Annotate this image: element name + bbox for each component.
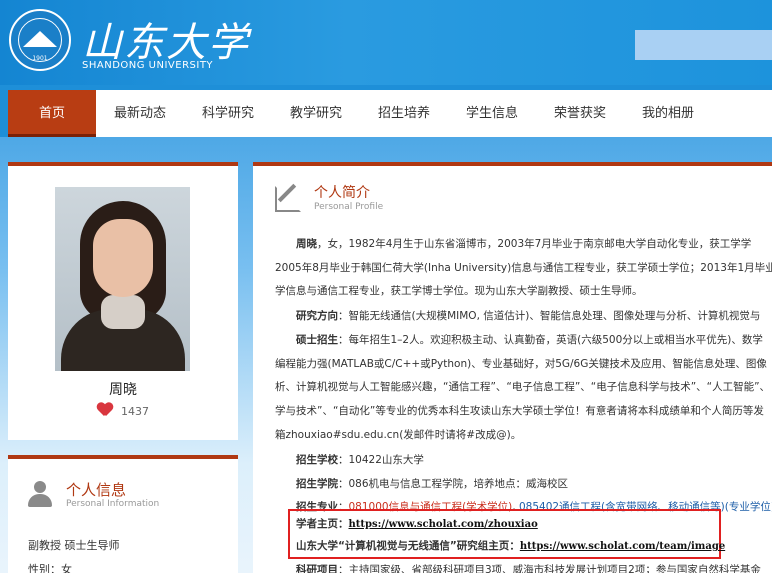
section-subtitle: Personal Profile: [314, 202, 384, 212]
nav-item-admission[interactable]: 招生培养: [360, 90, 448, 137]
site-header: 1901 山东大学 SHANDONG UNIVERSITY: [0, 0, 772, 85]
seal-mountain-icon: [23, 31, 57, 47]
personal-info-card: 个人信息 Personal Information 副教授 硕士生导师 性别：女: [8, 455, 238, 573]
info-title: 个人信息: [66, 481, 127, 499]
scholar-label: 学者主页: [296, 518, 338, 530]
profile-name: 周晓: [109, 382, 137, 398]
heart-icon[interactable]: [97, 403, 113, 417]
research-label: 研究方向: [296, 310, 338, 322]
nav-item-honors[interactable]: 荣誉获奖: [536, 90, 624, 137]
recruit-line-2: 编程能力强(MATLAB或C/C++或Python)、专业基础好，对5G/6G关…: [275, 358, 767, 370]
recruit-line-1: 硕士招生：每年招生1–2人。欢迎积极主动、认真勤奋，英语(六级500分以上或相当…: [296, 332, 772, 347]
project-text: ：主持国家级、省部级科研项目3项、威海市科技发展计划项目2项；参与国家自然科学基…: [338, 564, 761, 573]
bio-line-1: 周晓，女，1982年4月生于山东省淄博市，2003年7月毕业于南京邮电大学自动化…: [296, 236, 772, 251]
recruit-line-5: 箱zhouxiao#sdu.edu.cn(发邮件时请将#改成@)。: [275, 429, 522, 441]
search-input[interactable]: [635, 30, 772, 60]
recruit-line-3: 析、计算机视觉与人工智能感兴趣，“通信工程”、“电子信息工程”、“电子信息科学与…: [275, 381, 771, 393]
research-line: 研究方向：智能无线通信(大规模MIMO, 信道估计)、智能信息处理、图像处理与分…: [296, 308, 772, 323]
scholar-homepage-link[interactable]: https://www.scholat.com/zhouxiao: [349, 519, 538, 530]
info-title-line: 副教授 硕士生导师: [28, 539, 120, 552]
pen-stroke: [277, 183, 297, 203]
seal-year: 1901: [32, 55, 48, 62]
nav-item-home[interactable]: 首页: [8, 90, 96, 137]
person-icon-body: [28, 494, 52, 507]
person-icon: [28, 481, 54, 509]
college-label: 招生学院: [296, 478, 338, 490]
university-name-en: SHANDONG UNIVERSITY: [82, 60, 214, 71]
person-icon-head: [34, 481, 46, 493]
college-text: ：086机电与信息工程学院，培养地点：威海校区: [338, 478, 569, 490]
school-label: 招生学校: [296, 454, 338, 466]
main-nav: 首页 最新动态 科学研究 教学研究 招生培养 学生信息 荣誉获奖 我的相册: [8, 90, 772, 137]
photo-face: [93, 219, 153, 297]
project-label: 科研项目: [296, 564, 338, 573]
university-seal-logo[interactable]: 1901: [9, 9, 71, 71]
profile-photo: [55, 187, 190, 371]
info-subtitle: Personal Information: [66, 499, 160, 509]
edit-icon: [275, 183, 301, 212]
bio-line-2: 2005年8月毕业于韩国仁荷大学(Inha University)信息与通信工程…: [275, 262, 772, 274]
nav-item-research[interactable]: 科学研究: [184, 90, 272, 137]
recruit-line-4: 学与技术”、“自动化”等专业的优秀本科生攻读山东大学硕士学位！有意者请将本科成绩…: [275, 405, 764, 417]
nav-item-album[interactable]: 我的相册: [624, 90, 712, 137]
college-line: 招生学院：086机电与信息工程学院，培养地点：威海校区: [296, 476, 772, 491]
bio-line-3: 学信息与通信工程专业，获工学博士学位。现为山东大学副教授、硕士生导师。: [275, 285, 643, 297]
school-text: ：10422山东大学: [338, 454, 424, 466]
group-label: 山东大学“计算机视觉与无线通信”研究组主页: [296, 540, 510, 552]
group-homepage-link[interactable]: https://www.scholat.com/team/image: [520, 541, 725, 552]
nav-item-students[interactable]: 学生信息: [448, 90, 536, 137]
school-line: 招生学校：10422山东大学: [296, 452, 772, 467]
profile-content: 个人简介 Personal Profile 周晓，女，1982年4月生于山东省淄…: [253, 162, 772, 573]
project-line: 科研项目：主持国家级、省部级科研项目3项、威海市科技发展计划项目2项；参与国家自…: [296, 562, 772, 573]
group-line: 山东大学“计算机视觉与无线通信”研究组主页：https://www.schola…: [296, 540, 726, 552]
profile-card: 周晓 1437: [8, 162, 238, 440]
recruit-label: 硕士招生: [296, 334, 338, 346]
nav-item-news[interactable]: 最新动态: [96, 90, 184, 137]
likes-counter[interactable]: 1437: [8, 403, 238, 418]
bio-name: 周晓: [296, 238, 317, 250]
research-text: ：智能无线通信(大规模MIMO, 信道估计)、智能信息处理、图像处理与分析、计算…: [338, 310, 761, 322]
bio-text-1: ，女，1982年4月生于山东省淄博市，2003年7月毕业于南京邮电大学自动化专业…: [317, 238, 752, 250]
photo-collar: [101, 295, 145, 329]
nav-item-teaching[interactable]: 教学研究: [272, 90, 360, 137]
info-gender-line: 性别：女: [28, 563, 72, 573]
section-title: 个人简介: [314, 185, 370, 201]
recruit-text-1: ：每年招生1–2人。欢迎积极主动、认真勤奋，英语(六级500分以上或相当水平优先…: [338, 334, 763, 346]
likes-count: 1437: [121, 405, 149, 418]
scholar-line: 学者主页：https://www.scholat.com/zhouxiao: [296, 518, 538, 530]
